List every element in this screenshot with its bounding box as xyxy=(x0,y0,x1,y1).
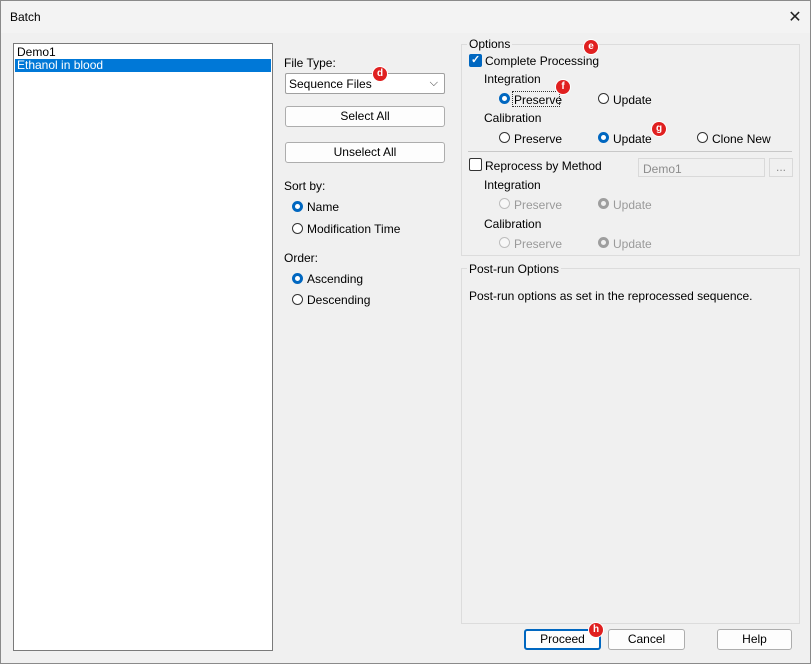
integration-update-radio[interactable] xyxy=(598,93,609,104)
calibration-preserve-label: Preserve xyxy=(514,132,563,146)
calibration-clone-new-label: Clone New xyxy=(712,132,771,146)
close-icon[interactable]: ✕ xyxy=(781,5,809,29)
calibration-update-radio[interactable] xyxy=(598,132,609,143)
cancel-button[interactable]: Cancel xyxy=(608,629,685,650)
reprocess-integration-label: Integration xyxy=(484,178,541,192)
reprocess-integration-preserve-radio xyxy=(499,198,510,209)
help-button[interactable]: Help xyxy=(717,629,792,650)
annotation-marker-d: d xyxy=(373,67,387,81)
options-group-title: Options xyxy=(467,37,513,51)
annotation-marker-h: h xyxy=(589,623,603,637)
method-field-value: Demo1 xyxy=(643,162,682,176)
order-label: Order: xyxy=(284,251,319,265)
chevron-down-icon: ⌵ xyxy=(429,77,438,89)
reprocess-integration-update-radio xyxy=(598,198,609,209)
window-title: Batch xyxy=(10,10,41,24)
order-ascending-radio[interactable] xyxy=(292,273,303,284)
select-all-button[interactable]: Select All xyxy=(285,106,445,127)
reprocess-calibration-preserve-radio xyxy=(499,237,510,248)
file-type-label: File Type: xyxy=(284,56,336,70)
annotation-marker-f: f xyxy=(556,80,570,94)
sort-name-radio[interactable] xyxy=(292,201,303,212)
integration-preserve-label: Preserve xyxy=(514,93,563,107)
file-type-select[interactable]: Sequence Files ⌵ xyxy=(285,73,445,94)
calibration-clone-new-radio[interactable] xyxy=(697,132,708,143)
browse-method-button: ... xyxy=(769,158,793,177)
annotation-marker-e: e xyxy=(584,40,598,54)
reprocess-by-method-checkbox[interactable] xyxy=(469,158,482,171)
calibration-label: Calibration xyxy=(484,111,542,125)
post-run-group-title: Post-run Options xyxy=(467,262,562,276)
sort-by-label: Sort by: xyxy=(284,179,326,193)
sort-modification-time-radio[interactable] xyxy=(292,223,303,234)
title-bar: Batch ✕ xyxy=(1,1,810,33)
post-run-text: Post-run options as set in the reprocess… xyxy=(469,289,753,303)
reprocess-integration-preserve-label: Preserve xyxy=(514,198,563,212)
order-ascending-label: Ascending xyxy=(307,272,364,286)
reprocess-by-method-label: Reprocess by Method xyxy=(485,159,602,173)
sort-modification-time-label: Modification Time xyxy=(307,222,401,236)
calibration-update-label: Update xyxy=(613,132,652,146)
calibration-preserve-radio[interactable] xyxy=(499,132,510,143)
sort-name-label: Name xyxy=(307,200,340,214)
unselect-all-button[interactable]: Unselect All xyxy=(285,142,445,163)
integration-preserve-radio[interactable] xyxy=(499,93,510,104)
post-run-group xyxy=(461,268,800,624)
reprocess-integration-update-label: Update xyxy=(613,198,652,212)
method-field: Demo1 xyxy=(638,158,765,177)
options-divider xyxy=(468,151,792,152)
integration-label: Integration xyxy=(484,72,541,86)
reprocess-calibration-update-label: Update xyxy=(613,237,652,251)
complete-processing-label: Complete Processing xyxy=(485,54,600,68)
annotation-marker-g: g xyxy=(652,122,666,136)
batch-dialog: Batch ✕ Demo1 Ethanol in blood File Type… xyxy=(0,0,811,664)
complete-processing-checkbox[interactable] xyxy=(469,53,482,67)
sequence-list[interactable]: Demo1 Ethanol in blood xyxy=(13,43,273,651)
file-type-value: Sequence Files xyxy=(289,77,372,91)
reprocess-calibration-update-radio xyxy=(598,237,609,248)
reprocess-calibration-label: Calibration xyxy=(484,217,542,231)
order-descending-label: Descending xyxy=(307,293,371,307)
integration-update-label: Update xyxy=(613,93,652,107)
order-descending-radio[interactable] xyxy=(292,294,303,305)
reprocess-calibration-preserve-label: Preserve xyxy=(514,237,563,251)
list-item[interactable]: Ethanol in blood xyxy=(15,59,271,72)
